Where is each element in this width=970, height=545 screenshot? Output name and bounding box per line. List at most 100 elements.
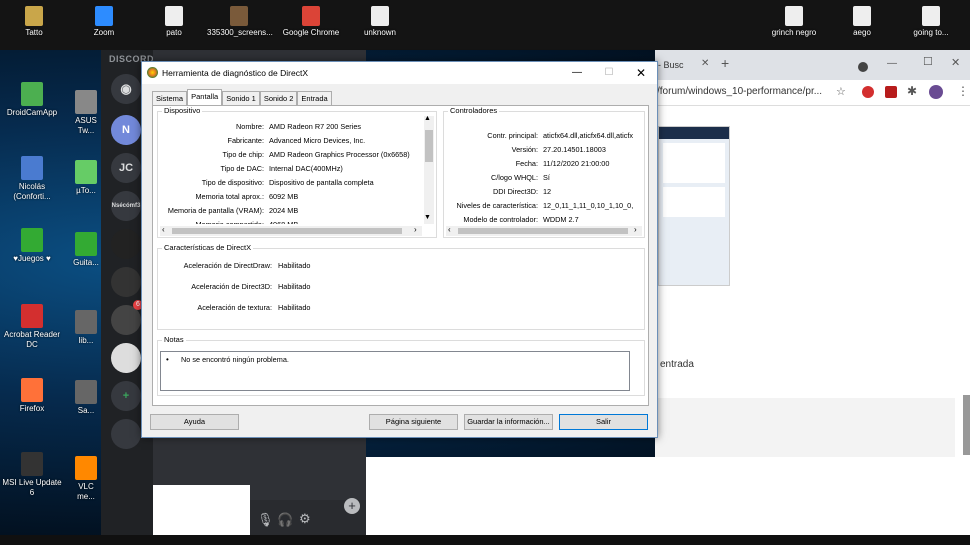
close-tab-icon[interactable]: ✕	[701, 58, 709, 69]
app-icon	[21, 228, 43, 252]
next-page-button[interactable]: Página siguiente	[369, 414, 458, 430]
close-window-icon[interactable]: ✕	[951, 56, 960, 69]
minimize-icon[interactable]: —	[560, 62, 594, 84]
browser-tab-title[interactable]: - Busc	[658, 60, 684, 70]
tab-search-icon[interactable]	[858, 62, 868, 72]
browser-page-bottom	[366, 457, 970, 535]
tab-entrada[interactable]: Entrada	[297, 91, 332, 105]
app-icon	[75, 456, 97, 480]
desktop-icon[interactable]: VLC me...	[70, 456, 102, 502]
file-icon	[165, 6, 183, 26]
desktop-icon[interactable]: Acrobat Reader DC	[0, 304, 64, 350]
tab-sistema[interactable]: Sistema	[152, 91, 188, 105]
microphone-icon[interactable]: 🎙	[257, 512, 274, 528]
address-bar[interactable]: /forum/windows_10-performance/pr... ☆ ✱ …	[655, 80, 970, 106]
driver-field-value: 12_0,11_1,11_0,10_1,10_0,	[543, 201, 634, 210]
server-icon[interactable]	[111, 419, 141, 449]
desktop-icon-label: Zoom	[93, 28, 115, 37]
desktop-icon[interactable]: ASUS Tw...	[70, 90, 102, 136]
notes-group-title: Notas	[162, 335, 186, 344]
desktop-icon[interactable]: µTo...	[70, 160, 102, 196]
desktop-icon[interactable]: grinch negro	[762, 6, 826, 38]
desktop-icon-label: pato	[166, 28, 182, 37]
desktop-icon[interactable]: MSI Live Update 6	[0, 452, 64, 498]
new-tab-button[interactable]: +	[721, 55, 729, 71]
desktop-icon[interactable]: Zoom	[72, 6, 136, 38]
browser-tab-strip: - Busc ✕ + — ☐ ✕	[655, 50, 970, 80]
extension-red-icon[interactable]	[862, 86, 874, 98]
directx-features-group: Características de DirectX Aceleración d…	[157, 243, 645, 330]
maximize-icon[interactable]: ☐	[592, 62, 626, 84]
file-icon	[853, 6, 871, 26]
dxdiag-window[interactable]: Herramienta de diagnóstico de DirectX — …	[141, 61, 658, 438]
device-field-label: Memoria de pantalla (VRAM):	[167, 206, 264, 215]
save-info-button[interactable]: Guardar la información...	[464, 414, 553, 430]
close-icon[interactable]: ✕	[624, 62, 658, 84]
maximize-icon[interactable]: ☐	[923, 55, 933, 68]
desktop-icon[interactable]: Google Chrome	[279, 6, 343, 38]
server-icon[interactable]: Nsécómf3	[111, 191, 141, 221]
desktop-icon[interactable]: Guita...	[70, 232, 102, 268]
desktop-icon[interactable]: going to...	[899, 6, 963, 38]
page-scrollbar[interactable]	[963, 395, 970, 455]
settings-gear-icon[interactable]: ⚙	[299, 511, 311, 527]
desktop-icon[interactable]: Firefox	[0, 378, 64, 414]
extension-badge-icon[interactable]	[885, 86, 897, 98]
device-field-label: Fabricante:	[227, 136, 264, 145]
desktop-icon[interactable]: Nicolás (Conforti...	[0, 156, 64, 202]
drivers-hscroll[interactable]: ‹ ›	[446, 225, 642, 236]
desktop-icon[interactable]: Tatto	[2, 6, 66, 38]
desktop-icon[interactable]: Sa...	[70, 380, 102, 416]
dialog-titlebar[interactable]: Herramienta de diagnóstico de DirectX — …	[142, 62, 657, 84]
file-icon	[785, 6, 803, 26]
tab-sonido-1[interactable]: Sonido 1	[222, 91, 260, 105]
tab-pantalla[interactable]: Pantalla	[187, 89, 223, 105]
tab-sonido-2[interactable]: Sonido 2	[259, 91, 298, 105]
desktop-icon[interactable]: lib...	[70, 310, 102, 346]
server-icon[interactable]	[111, 343, 141, 373]
desktop-icon-label: grinch negro	[771, 28, 817, 37]
exit-button[interactable]: Salir	[559, 414, 648, 430]
profile-avatar[interactable]	[929, 85, 943, 99]
drivers-group: Controladores Contr. principal: aticfx64.…	[443, 106, 645, 238]
desktop-icon-label: ♥Juegos ♥	[13, 254, 51, 263]
feature-label: Aceleración de textura:	[197, 303, 272, 312]
taskbar[interactable]	[0, 535, 970, 545]
menu-dots-icon[interactable]: ⋮	[957, 84, 969, 98]
discord-home-icon[interactable]: ◉	[111, 74, 141, 104]
dxdiag-icon	[147, 67, 158, 78]
help-button[interactable]: Ayuda	[150, 414, 239, 430]
feature-label: Aceleración de DirectDraw:	[183, 261, 272, 270]
dialog-title: Herramienta de diagnóstico de DirectX	[162, 68, 308, 78]
desktop-icon-label: Tatto	[25, 28, 43, 37]
server-label: N	[122, 124, 130, 136]
device-hscroll[interactable]: ‹ ›	[160, 225, 422, 236]
headphones-icon[interactable]: 🎧	[277, 512, 293, 528]
desktop-icon-label: ASUS Tw...	[75, 116, 97, 135]
server-icon[interactable]	[111, 229, 141, 259]
desktop-icon[interactable]: 335300_screens...	[207, 6, 273, 38]
server-icon[interactable]: +	[111, 381, 141, 411]
driver-field-label: Modelo de controlador:	[463, 215, 538, 224]
bookmark-star-icon[interactable]: ☆	[836, 85, 846, 98]
device-field-value: Internal DAC(400MHz)	[269, 164, 343, 173]
add-attachment-icon[interactable]: +	[344, 498, 360, 514]
url-text[interactable]: /forum/windows_10-performance/pr...	[657, 86, 822, 97]
desktop-icon-label: Firefox	[19, 404, 45, 413]
server-label: JC	[118, 162, 134, 174]
desktop-icon[interactable]: ♥Juegos ♥	[0, 228, 64, 264]
desktop-icon-label: Sa...	[77, 406, 95, 415]
server-icon[interactable]: JC	[111, 153, 141, 183]
driver-field-value: Sí	[543, 173, 550, 182]
server-icon[interactable]	[111, 267, 141, 297]
desktop-icon[interactable]: unknown	[348, 6, 412, 38]
device-vscroll[interactable]: ▲ ▼	[424, 115, 434, 224]
puzzle-extensions-icon[interactable]: ✱	[907, 84, 917, 98]
server-icon[interactable]: N	[111, 115, 141, 145]
minimize-icon[interactable]: —	[887, 58, 897, 69]
desktop-icon[interactable]: pato	[142, 6, 206, 38]
device-field-label: Tipo de chip:	[222, 150, 264, 159]
desktop-icon[interactable]: DroidCamApp	[0, 82, 64, 118]
desktop-icon[interactable]: aego	[830, 6, 894, 38]
feature-value: Habilitado	[278, 303, 311, 312]
